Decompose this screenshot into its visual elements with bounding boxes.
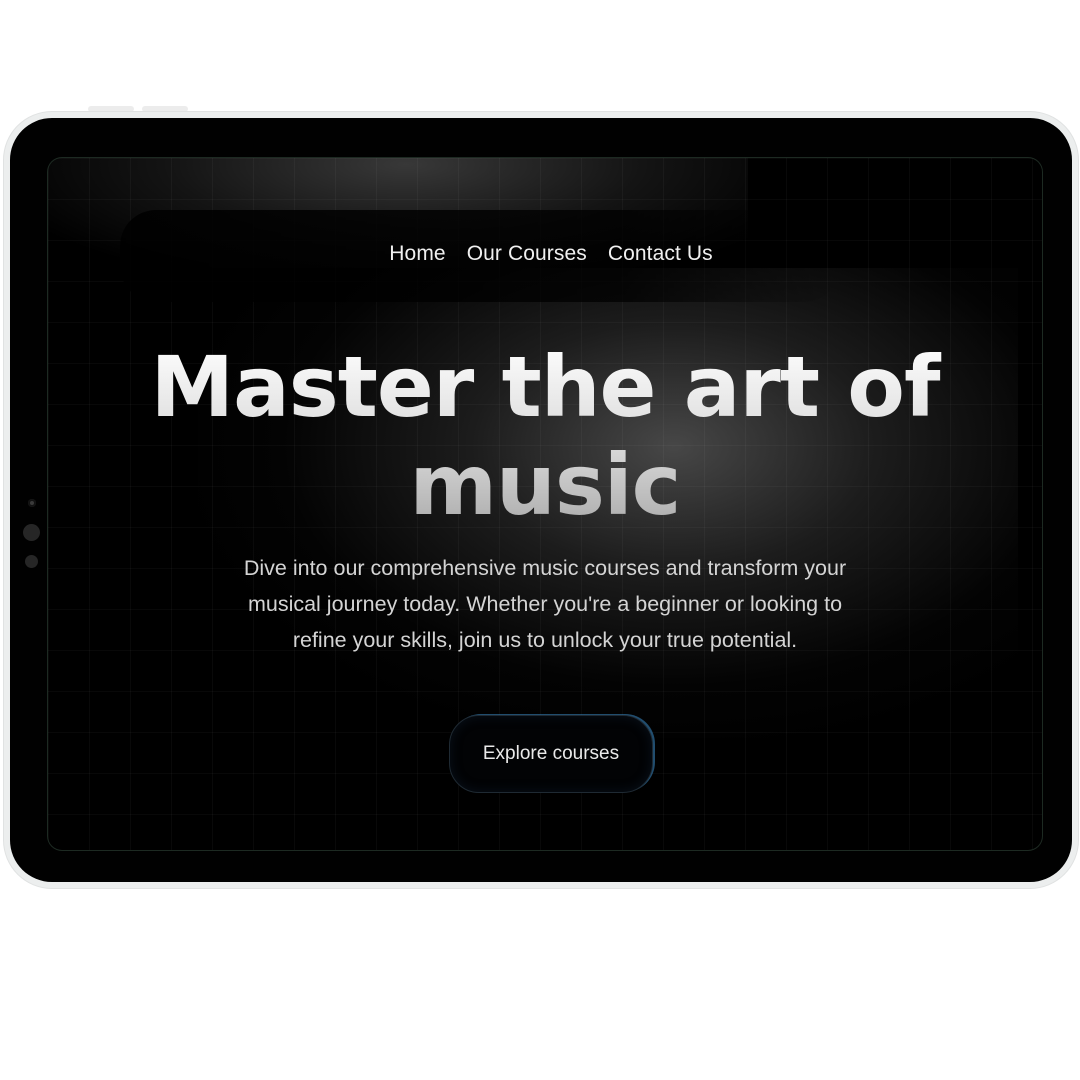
tablet-frame: Home Our Courses Contact Us Master the a… [4, 112, 1078, 888]
camera-flash-icon [25, 555, 38, 568]
explore-courses-button[interactable]: Explore courses [449, 715, 653, 793]
camera-lens-icon [23, 524, 40, 541]
tablet-screen: Home Our Courses Contact Us Master the a… [48, 158, 1042, 850]
hero-title-line-2: music [409, 436, 681, 534]
tablet-bezel: Home Our Courses Contact Us Master the a… [10, 118, 1072, 882]
hero-title: Master the art of music [48, 338, 1042, 534]
main-nav: Home Our Courses Contact Us [48, 242, 1042, 266]
nav-link-contact-us[interactable]: Contact Us [608, 242, 713, 266]
nav-link-home[interactable]: Home [389, 242, 445, 266]
hero-description: Dive into our comprehensive music course… [243, 556, 847, 652]
nav-link-our-courses[interactable]: Our Courses [467, 242, 587, 266]
camera-sensor-icon [28, 499, 36, 507]
device-mockup: Home Our Courses Contact Us Master the a… [0, 0, 1080, 1080]
hero-title-line-1: Master the art of [150, 338, 940, 436]
